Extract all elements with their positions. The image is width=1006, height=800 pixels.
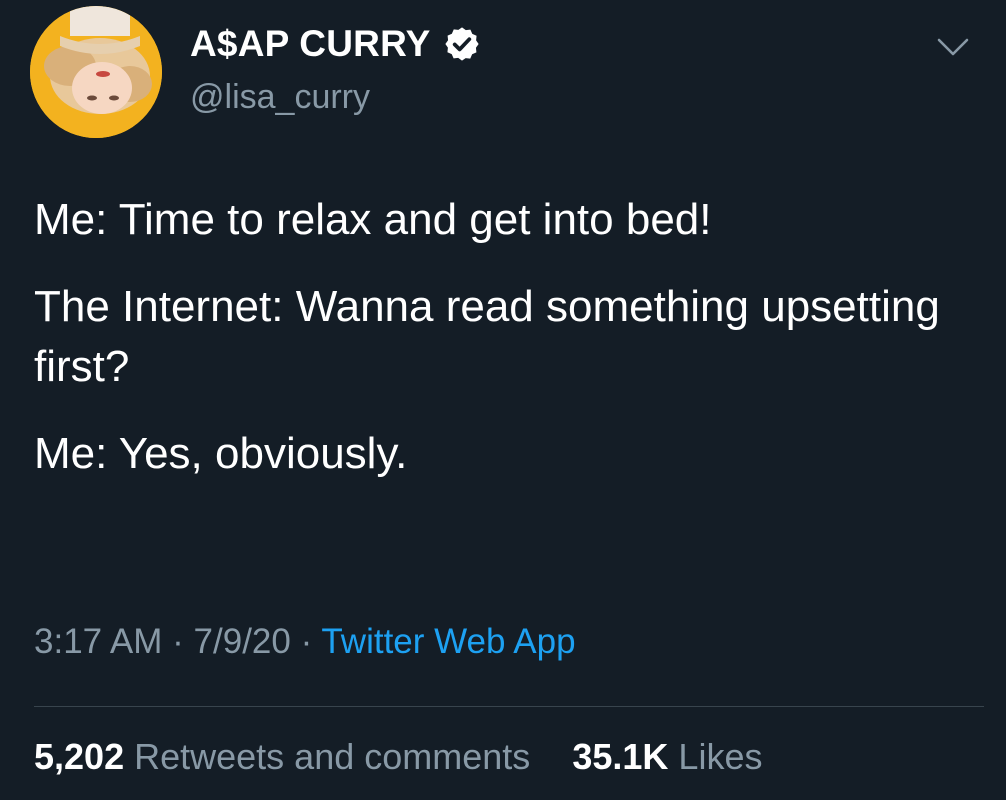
tweet-line: Me: Yes, obviously. — [34, 429, 408, 478]
retweets-count: 5,202 — [34, 736, 125, 777]
divider — [34, 706, 984, 707]
author-names: A$AP CURRY @lisa_curry — [190, 20, 481, 117]
retweets-label: Retweets and comments — [134, 736, 531, 777]
retweets-stat[interactable]: 5,202 Retweets and comments — [34, 736, 540, 777]
tweet-time[interactable]: 3:17 AM — [34, 622, 162, 661]
likes-label: Likes — [678, 736, 763, 777]
tweet-date[interactable]: 7/9/20 — [194, 622, 291, 661]
tweet-card: A$AP CURRY @lisa_curry Me: Time to relax… — [0, 0, 1006, 800]
chevron-down-icon[interactable] — [936, 34, 970, 60]
verified-badge-icon — [443, 25, 481, 63]
tweet-stats: 5,202 Retweets and comments 35.1K Likes — [34, 736, 762, 778]
display-name-row: A$AP CURRY — [190, 20, 481, 68]
avatar-image — [30, 6, 162, 138]
tweet-text: Me: Time to relax and get into bed! The … — [34, 190, 974, 511]
tweet-source-link[interactable]: Twitter Web App — [321, 622, 575, 661]
likes-count: 35.1K — [572, 736, 669, 777]
likes-stat[interactable]: 35.1K Likes — [572, 736, 762, 777]
display-name[interactable]: A$AP CURRY — [190, 23, 431, 65]
tweet-meta: 3:17 AM · 7/9/20 · Twitter Web App — [34, 622, 576, 662]
tweet-line: Me: Time to relax and get into bed! — [34, 195, 712, 244]
author-handle[interactable]: @lisa_curry — [190, 78, 481, 117]
meta-separator: · — [300, 622, 313, 661]
avatar[interactable] — [30, 6, 162, 138]
tweet-header: A$AP CURRY @lisa_curry — [0, 0, 1006, 160]
tweet-line: The Internet: Wanna read something upset… — [34, 282, 940, 391]
meta-separator: · — [172, 622, 184, 661]
